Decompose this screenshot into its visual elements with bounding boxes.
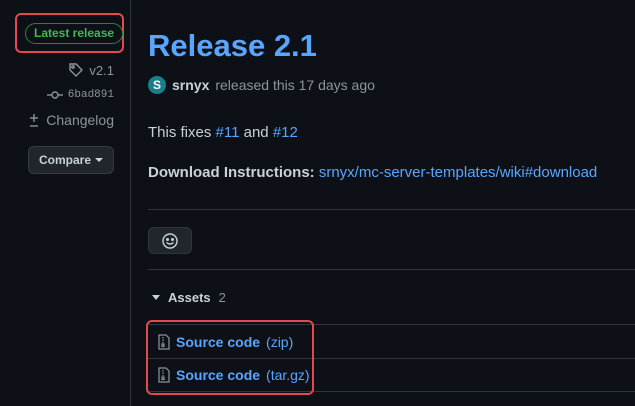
- tag-icon: [69, 63, 84, 77]
- issue-link-11[interactable]: #11: [216, 124, 240, 141]
- release-author-line: S srnyx released this 17 days ago: [148, 76, 375, 94]
- and-word: and: [243, 124, 269, 141]
- reactions-divider: [148, 269, 635, 270]
- commit-hash: 6bad891: [67, 89, 114, 101]
- latest-release-badge[interactable]: Latest release: [25, 23, 124, 44]
- commit-link[interactable]: 6bad891: [46, 89, 114, 101]
- assets-toggle[interactable]: Assets 2: [152, 290, 226, 305]
- download-wiki-link[interactable]: srnyx/mc-server-templates/wiki#download: [319, 164, 597, 181]
- issue-link-12[interactable]: #12: [273, 124, 298, 141]
- changelog-label: Changelog: [46, 112, 114, 128]
- release-notes-fixes: This fixes #11 and #12: [148, 124, 298, 141]
- avatar[interactable]: S: [148, 76, 166, 94]
- assets-count: 2: [218, 290, 226, 305]
- download-label: Download Instructions:: [148, 164, 315, 181]
- smiley-icon: [162, 232, 178, 249]
- notes-divider: [148, 209, 635, 210]
- released-text: released this 17 days ago: [215, 77, 375, 93]
- release-sidebar: Latest release v2.1 6bad891 Changelog Co…: [0, 0, 131, 406]
- tag-link[interactable]: v2.1: [68, 62, 114, 78]
- changelog-link[interactable]: Changelog: [27, 112, 114, 128]
- assets-label: Assets: [168, 290, 211, 305]
- triangle-down-icon: [152, 295, 160, 300]
- release-title[interactable]: Release 2.1: [148, 28, 317, 64]
- compare-button[interactable]: Compare: [28, 146, 114, 174]
- fixes-prefix: This fixes: [148, 124, 212, 141]
- file-diff-icon: [30, 114, 39, 127]
- add-reaction-button[interactable]: [148, 227, 192, 254]
- caret-down-icon: [95, 158, 103, 162]
- commit-icon: [46, 91, 63, 99]
- tag-label: v2.1: [89, 62, 114, 78]
- assets-highlight-box: [146, 320, 314, 395]
- compare-label: Compare: [38, 153, 91, 167]
- author-name[interactable]: srnyx: [172, 77, 209, 93]
- download-instructions: Download Instructions: srnyx/mc-server-t…: [148, 164, 597, 181]
